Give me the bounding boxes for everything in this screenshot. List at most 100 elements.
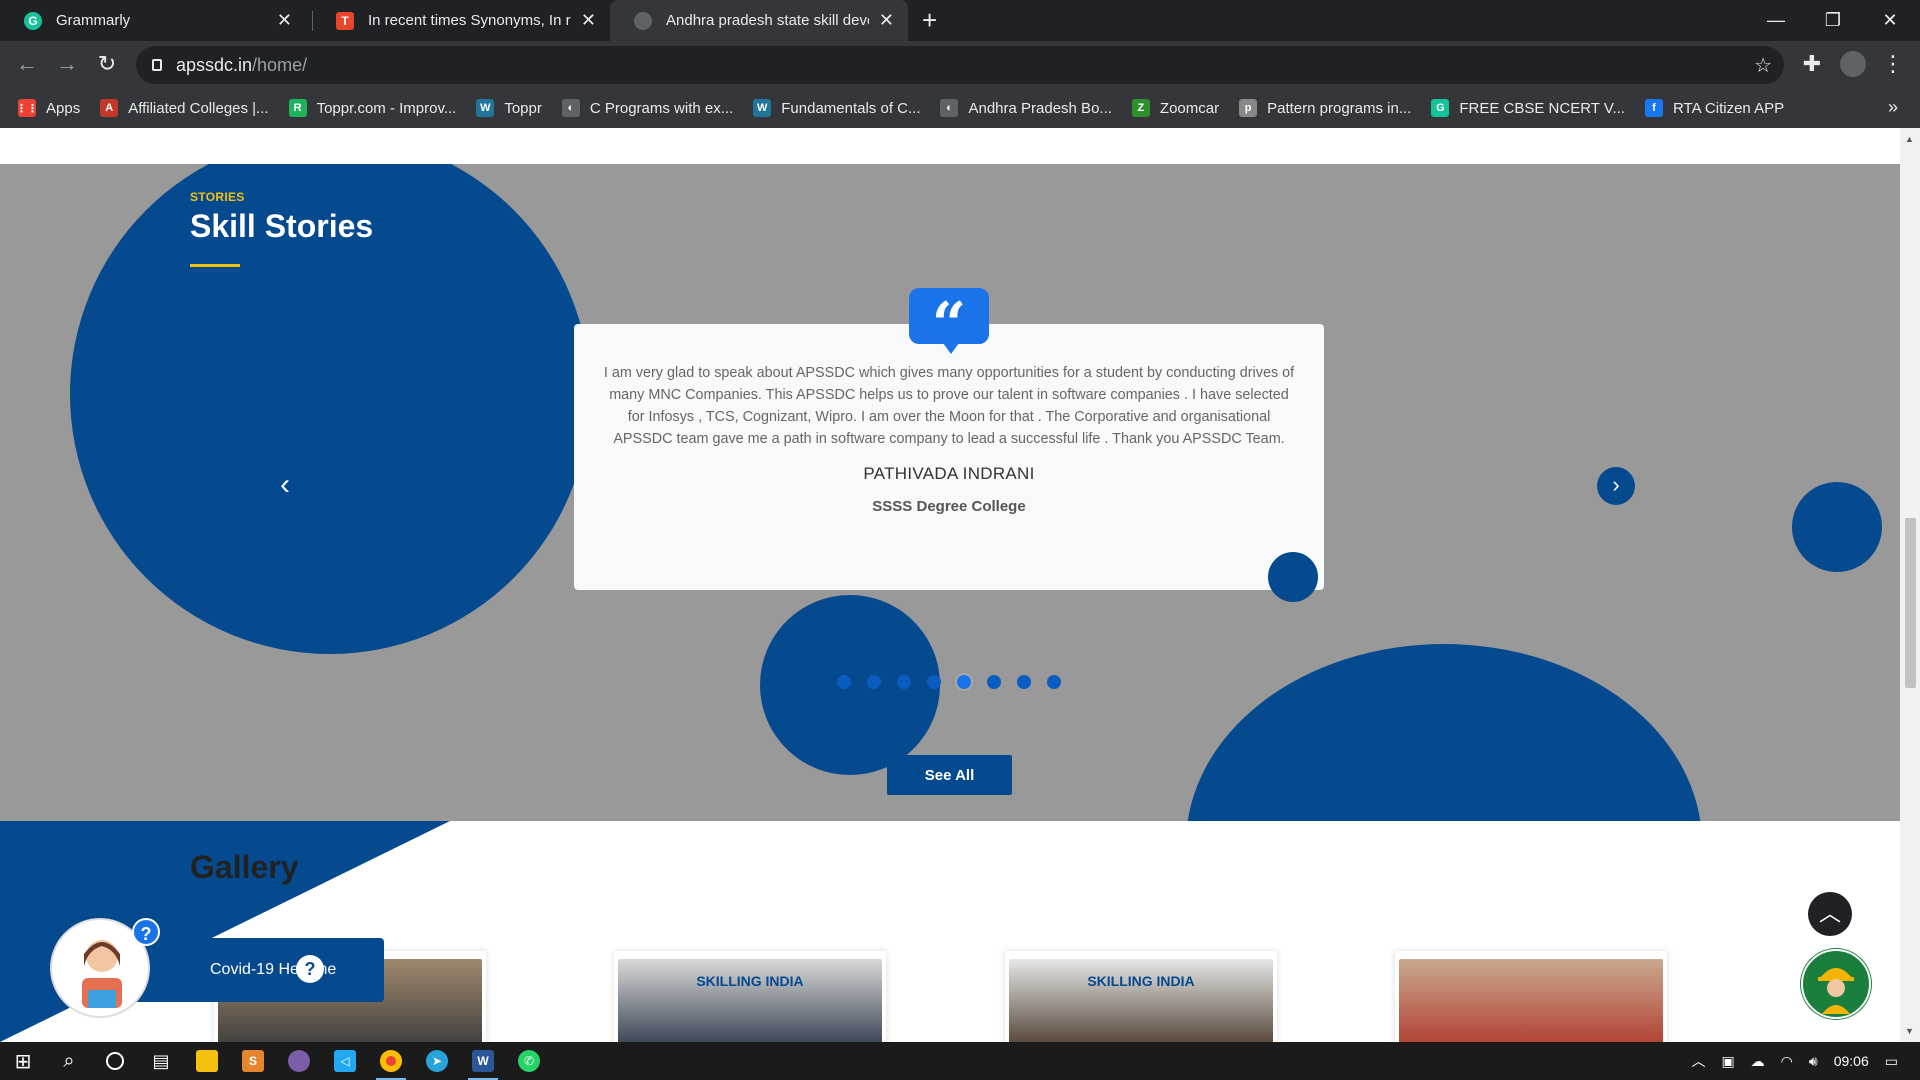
section-tag: STORIES [190, 190, 245, 204]
carousel-dot[interactable] [927, 675, 941, 689]
close-window-icon[interactable]: ✕ [1862, 0, 1918, 41]
gallery-title: Gallery [190, 849, 299, 885]
minimize-icon[interactable]: — [1748, 0, 1804, 41]
bookmark-favicon-icon: ◐ [561, 99, 580, 117]
tray-chevron-icon[interactable]: ︿ [1691, 1051, 1705, 1071]
see-all-button[interactable]: See All [887, 755, 1012, 795]
forward-arrow-icon[interactable]: → [52, 49, 82, 79]
bookmark-label: FREE CBSE NCERT V... [1459, 99, 1625, 117]
wifi-icon[interactable]: ◠ [1781, 1053, 1793, 1070]
gallery-card[interactable]: SKILLING INDIA [614, 951, 886, 1042]
task-view-icon[interactable]: ▤ [138, 1042, 184, 1080]
new-tab-plus-icon[interactable]: + [922, 6, 937, 34]
carousel-dots [837, 675, 1061, 689]
carousel-dot[interactable] [1017, 675, 1031, 689]
carousel-dot[interactable] [987, 675, 1001, 689]
tab-synonyms[interactable]: T In recent times Synonyms, In rece ✕ [312, 0, 610, 41]
lock-icon [152, 59, 162, 71]
windows-start-icon[interactable]: ⊞ [0, 1042, 46, 1080]
more-bookmarks-icon[interactable]: » [1888, 97, 1898, 118]
testimonial-college: SSSS Degree College [872, 498, 1026, 515]
app-purple-icon[interactable] [276, 1042, 322, 1080]
tab-apssdc-active[interactable]: Andhra pradesh state skill develo ✕ [610, 0, 908, 41]
carousel-prev-arrow-icon[interactable]: ‹ [270, 470, 300, 500]
photo-banner-text: SKILLING INDIA [696, 973, 804, 989]
close-tab-icon[interactable]: ✕ [277, 10, 292, 31]
url-host: apssdc.in [176, 54, 253, 75]
cortana-icon[interactable] [92, 1042, 138, 1080]
close-tab-icon[interactable]: ✕ [581, 10, 596, 31]
word-icon[interactable]: W [460, 1042, 506, 1080]
bookmark-item[interactable]: p Pattern programs in... [1239, 99, 1411, 117]
gallery-section: Gallery SKILLING INDIA SKILLING INDIA [0, 821, 1900, 1042]
tab-title: Andhra pradesh state skill develo [666, 12, 869, 29]
clock-time[interactable]: 09:06 [1834, 1053, 1869, 1069]
carousel-dot[interactable] [1047, 675, 1061, 689]
search-icon[interactable]: ⌕ [46, 1042, 92, 1080]
carousel-next-arrow-icon[interactable]: › [1597, 467, 1635, 505]
chrome-icon[interactable] [368, 1042, 414, 1080]
gallery-card[interactable] [1395, 951, 1667, 1042]
chatbot-worker-icon[interactable] [1800, 948, 1872, 1020]
bookmark-favicon-icon: ◐ [940, 99, 959, 117]
menu-kebab-icon[interactable]: ⋮ [1878, 49, 1908, 79]
question-badge-icon: ? [132, 918, 160, 946]
bookmark-favicon-icon: R [288, 99, 307, 117]
tab-grammarly[interactable]: G Grammarly ✕ [0, 0, 306, 41]
scroll-down-arrow-icon[interactable]: ▼ [1905, 1026, 1914, 1036]
bookmark-item[interactable]: ◐ C Programs with ex... [561, 99, 734, 117]
carousel-dot[interactable] [897, 675, 911, 689]
bookmark-item[interactable]: ◐ Andhra Pradesh Bo... [940, 99, 1112, 117]
system-tray: ︿ ▣ ☁ ◠ 🔊︎ 09:06 ▭ [1683, 1042, 1920, 1080]
back-arrow-icon[interactable]: ← [12, 49, 42, 79]
scroll-up-arrow-icon[interactable]: ▲ [1905, 134, 1914, 144]
bookmark-item[interactable]: ⋮⋮ Apps [16, 99, 80, 117]
browser-tab-bar: G Grammarly ✕ T In recent times Synonyms… [0, 0, 1920, 41]
reload-icon[interactable]: ↻ [92, 49, 122, 79]
scrollbar-thumb[interactable] [1905, 518, 1916, 688]
bookmark-label: C Programs with ex... [589, 99, 734, 117]
profile-avatar[interactable] [1838, 49, 1868, 79]
extensions-puzzle-icon[interactable]: ✚ [1797, 49, 1827, 79]
meet-now-icon[interactable]: ▣ [1721, 1053, 1734, 1070]
bookmark-item[interactable]: Z Zoomcar [1131, 99, 1219, 117]
telegram-icon[interactable]: ➤ [414, 1042, 460, 1080]
tab-title: In recent times Synonyms, In rece [368, 12, 571, 29]
bookmark-item[interactable]: G FREE CBSE NCERT V... [1431, 99, 1625, 117]
gallery-photo [1399, 959, 1663, 1042]
sublime-text-icon[interactable]: S [230, 1042, 276, 1080]
volume-icon[interactable]: 🔊︎ [1809, 1053, 1818, 1070]
bookmark-favicon-icon: p [1239, 99, 1258, 117]
help-circle-icon[interactable]: ? [296, 955, 324, 983]
bookmark-star-icon[interactable]: ☆ [1754, 53, 1772, 78]
carousel-dot[interactable] [867, 675, 881, 689]
quote-mark-icon: “ [909, 288, 989, 360]
bookmark-item[interactable]: W Toppr [476, 99, 542, 117]
section-title: Skill Stories [190, 208, 374, 244]
bookmark-item[interactable]: R Toppr.com - Improv... [288, 99, 456, 117]
carousel-dot[interactable] [957, 675, 971, 689]
decor-circle [1268, 552, 1318, 602]
address-bar[interactable]: apssdc.in/home/ ☆ [136, 46, 1784, 84]
notifications-icon[interactable]: ▭ [1885, 1053, 1898, 1070]
web-page: STORIES Skill Stories I am very glad to … [0, 128, 1900, 1042]
scroll-to-top-button[interactable]: ︿ [1808, 892, 1852, 936]
decor-circle [1792, 482, 1882, 572]
page-scrollbar[interactable]: ▲ ▼ [1900, 128, 1920, 1042]
close-tab-icon[interactable]: ✕ [879, 10, 894, 31]
onedrive-icon[interactable]: ☁ [1751, 1053, 1765, 1070]
carousel-dot[interactable] [837, 675, 851, 689]
whatsapp-icon[interactable]: ✆ [506, 1042, 552, 1080]
restore-icon[interactable]: ❐ [1805, 0, 1861, 41]
bookmark-item[interactable]: f RTA Citizen APP [1644, 99, 1784, 117]
file-explorer-icon[interactable] [184, 1042, 230, 1080]
bookmarks-bar: ⋮⋮ Apps A Affiliated Colleges |... R Toppr.co… [0, 88, 1920, 128]
bookmark-item[interactable]: W Fundamentals of C... [753, 99, 920, 117]
covid-helpline-label[interactable]: Covid-19 Helpline [110, 938, 384, 1002]
tab-title: Grammarly [56, 12, 131, 29]
vscode-icon[interactable]: ◁ [322, 1042, 368, 1080]
url-path: /home/ [252, 54, 308, 75]
bookmark-favicon-icon: G [1431, 99, 1450, 117]
gallery-card[interactable]: SKILLING INDIA [1005, 951, 1277, 1042]
bookmark-item[interactable]: A Affiliated Colleges |... [100, 99, 269, 117]
